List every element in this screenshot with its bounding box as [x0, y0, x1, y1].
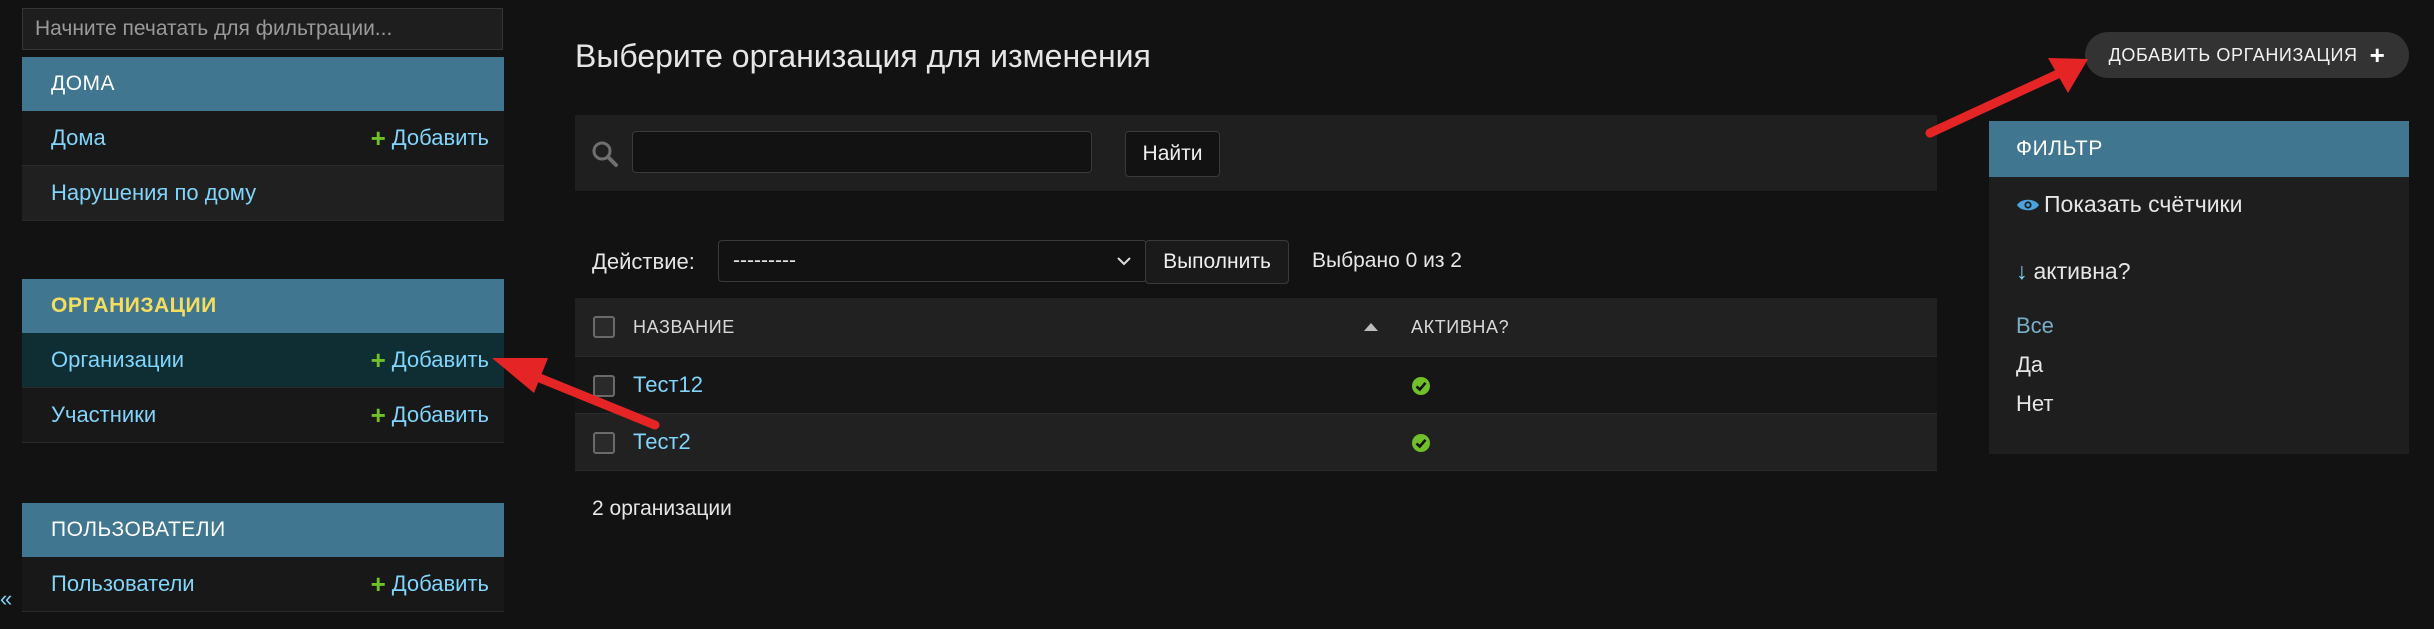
plus-icon: +	[370, 569, 386, 599]
module-header-houses[interactable]: ДОМА	[22, 57, 504, 111]
add-house-link[interactable]: + Добавить	[371, 125, 489, 151]
add-house-label: Добавить	[391, 125, 489, 150]
actions-bar: Действие: --------- Выполнить Выбрано 0 …	[575, 238, 1937, 286]
module-organizations: ОРГАНИЗАЦИИ Организации + Добавить Участ…	[22, 279, 504, 443]
filter-panel: ФИЛЬТР Показать счётчики ↓ активна? Все Д…	[1989, 121, 2409, 454]
column-header-active-label: АКТИВНА?	[1411, 316, 1510, 337]
add-organization-label: Добавить	[391, 347, 489, 372]
select-all-cell	[575, 298, 631, 357]
result-table: НАЗВАНИЕ АКТИВНА? Тест12 Тест2	[575, 298, 1937, 471]
column-header-name-label: НАЗВАНИЕ	[633, 316, 735, 337]
run-action-button[interactable]: Выполнить	[1145, 240, 1289, 284]
filter-title: ФИЛЬТР	[1989, 121, 2409, 177]
action-select[interactable]: ---------	[718, 240, 1147, 282]
sidebar-item-house-violations-link[interactable]: Нарушения по дому	[51, 180, 256, 206]
search-icon	[592, 141, 618, 167]
row-name-link[interactable]: Тест2	[633, 429, 691, 454]
add-member-link[interactable]: + Добавить	[371, 402, 489, 428]
module-header-users[interactable]: ПОЛЬЗОВАТЕЛИ	[22, 503, 504, 557]
plus-icon: +	[370, 345, 386, 375]
sidebar-item-members-link[interactable]: Участники	[51, 402, 156, 428]
check-circle-icon	[1412, 377, 1430, 396]
row-name-cell: Тест12	[631, 356, 1393, 414]
selected-counter: Выбрано 0 из 2	[1312, 249, 1462, 272]
sidebar-item-organizations: Организации + Добавить	[22, 333, 504, 388]
row-checkbox[interactable]	[593, 432, 615, 455]
filter-heading-active[interactable]: ↓ активна?	[2016, 258, 2131, 285]
add-organization-button[interactable]: ДОБАВИТЬ ОРГАНИЗАЦИЯ +	[2085, 32, 2409, 78]
plus-icon: +	[370, 123, 386, 153]
result-count: 2 организации	[592, 497, 732, 520]
row-active-cell	[1393, 356, 1937, 414]
action-select-value: ---------	[733, 249, 796, 272]
sidebar-item-organizations-link[interactable]: Организации	[51, 347, 184, 373]
eye-icon	[2017, 199, 2039, 210]
sidebar-item-house-violations: Нарушения по дому	[22, 166, 504, 221]
show-counts-label: Показать счётчики	[2044, 191, 2243, 217]
sidebar-filter-input[interactable]	[22, 8, 503, 50]
plus-icon: +	[2369, 40, 2386, 70]
action-label: Действие:	[592, 249, 695, 274]
row-select-cell	[575, 356, 631, 414]
page-title: Выберите организация для изменения	[575, 38, 1151, 74]
sidebar-item-users: Пользователи + Добавить	[22, 557, 504, 612]
collapse-sidebar-toggle[interactable]: «	[0, 586, 12, 612]
show-counts-link[interactable]: Показать счётчики	[2016, 191, 2242, 218]
add-user-label: Добавить	[391, 571, 489, 596]
plus-icon: +	[370, 400, 386, 430]
column-header-active[interactable]: АКТИВНА?	[1393, 298, 1937, 357]
add-organization-link[interactable]: + Добавить	[371, 347, 489, 373]
add-member-label: Добавить	[391, 402, 489, 427]
filter-choice-all[interactable]: Все	[2016, 313, 2054, 339]
filter-choice-no[interactable]: Нет	[2016, 391, 2053, 417]
search-toolbar: Найти	[575, 115, 1937, 191]
column-header-name[interactable]: НАЗВАНИЕ	[631, 298, 1393, 357]
table-row: Тест12	[575, 356, 1937, 414]
search-input[interactable]	[632, 131, 1092, 173]
row-select-cell	[575, 413, 631, 471]
sort-down-arrow-icon: ↓	[2016, 258, 2028, 284]
check-circle-icon	[1412, 434, 1430, 453]
row-active-cell	[1393, 413, 1937, 471]
search-button[interactable]: Найти	[1125, 131, 1220, 177]
add-organization-button-label: ДОБАВИТЬ ОРГАНИЗАЦИЯ	[2108, 44, 2358, 65]
sort-ascending-icon[interactable]	[1363, 322, 1379, 332]
row-name-link[interactable]: Тест12	[633, 372, 703, 397]
select-all-checkbox[interactable]	[593, 316, 615, 339]
sidebar-item-users-link[interactable]: Пользователи	[51, 571, 195, 597]
filter-heading-label: активна?	[2033, 258, 2131, 284]
sidebar-item-members: Участники + Добавить	[22, 388, 504, 443]
sidebar-item-houses-link[interactable]: Дома	[51, 125, 106, 151]
row-checkbox[interactable]	[593, 375, 615, 398]
sidebar: ДОМА Дома + Добавить Нарушения по дому О…	[0, 0, 505, 629]
add-user-link[interactable]: + Добавить	[371, 571, 489, 597]
module-users: ПОЛЬЗОВАТЕЛИ Пользователи + Добавить	[22, 503, 504, 612]
table-header-row: НАЗВАНИЕ АКТИВНА?	[575, 298, 1937, 357]
row-name-cell: Тест2	[631, 413, 1393, 471]
module-houses: ДОМА Дома + Добавить Нарушения по дому	[22, 57, 504, 221]
module-header-organizations[interactable]: ОРГАНИЗАЦИИ	[22, 279, 504, 333]
chevron-down-icon	[1117, 257, 1131, 266]
sidebar-item-houses: Дома + Добавить	[22, 111, 504, 166]
filter-choice-yes[interactable]: Да	[2016, 352, 2043, 378]
table-row: Тест2	[575, 413, 1937, 471]
